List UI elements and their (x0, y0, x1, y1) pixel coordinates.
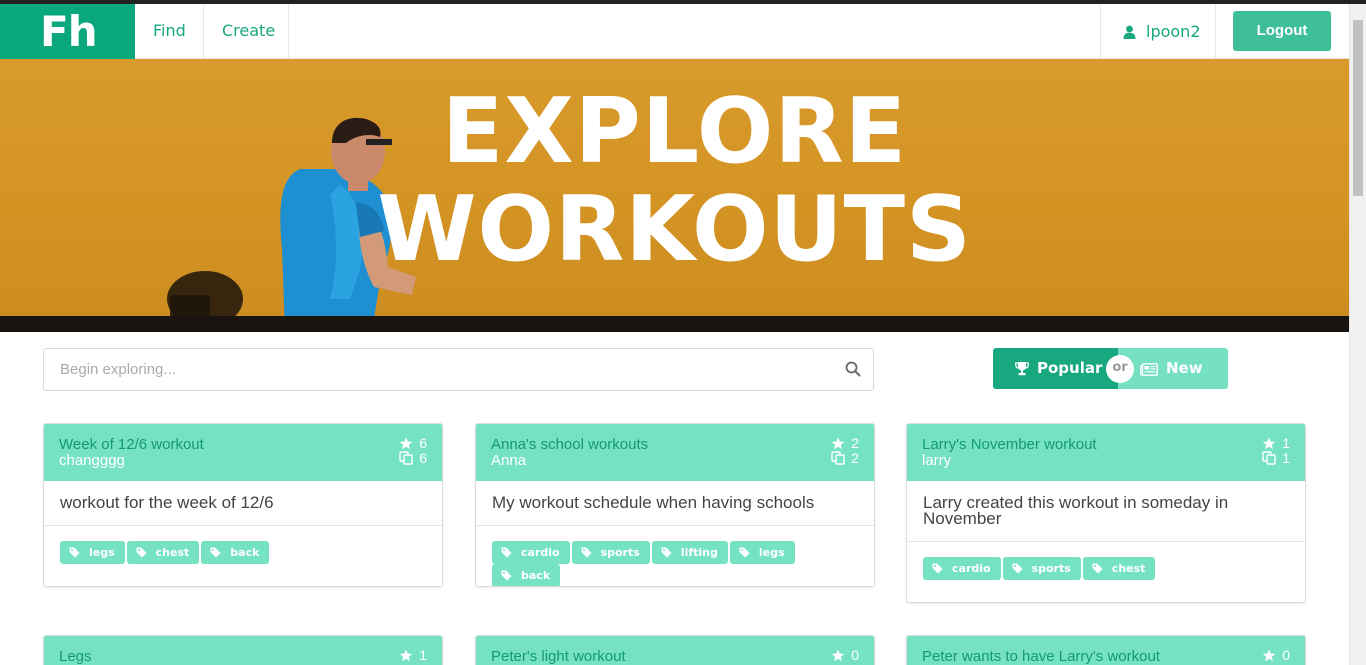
sort-new-button[interactable]: New (1118, 348, 1228, 389)
star-count[interactable]: 0 (831, 648, 859, 663)
card-description: Larry created this workout in someday in… (907, 481, 1305, 542)
tag-icon (1012, 563, 1023, 574)
search-input[interactable] (44, 349, 804, 390)
card-header: Larry's November workout larry 1 1 (907, 424, 1305, 481)
card-author[interactable]: larry (922, 453, 1290, 469)
workout-card[interactable]: Peter's light workout 0 (475, 635, 875, 665)
tag-chip[interactable]: chest (126, 541, 200, 564)
username-label: lpoon2 (1146, 22, 1201, 41)
tag-chip[interactable]: legs (729, 541, 795, 564)
star-icon (399, 649, 413, 662)
scrollbar-thumb[interactable] (1353, 20, 1363, 196)
copy-icon (399, 451, 413, 465)
workout-card[interactable]: Anna's school workouts Anna 2 2 My worko… (475, 423, 875, 587)
card-header: Peter wants to have Larry's workout 0 (907, 636, 1305, 665)
tag-chip[interactable]: sports (571, 541, 650, 564)
hero-floor-strip (0, 316, 1349, 332)
top-navbar: Fh Find Create lpoon2 Logout (0, 4, 1349, 59)
copy-icon (831, 451, 845, 465)
card-tags: cardio sports lifting legs back (476, 526, 874, 586)
tag-chip[interactable]: sports (1002, 557, 1081, 580)
sort-popular-button[interactable]: Popular (993, 348, 1118, 389)
card-title[interactable]: Larry's November workout (922, 437, 1290, 453)
trophy-icon (1015, 362, 1029, 376)
tag-icon (501, 570, 512, 581)
card-stats: 2 2 (831, 436, 859, 466)
card-title[interactable]: Week of 12/6 workout (59, 437, 427, 453)
newspaper-icon (1140, 363, 1158, 376)
tag-icon (1092, 563, 1103, 574)
card-tags: cardio sports chest (907, 542, 1305, 596)
card-stats: 0 (1262, 648, 1290, 663)
card-stats: 1 (399, 648, 427, 663)
workout-card[interactable]: Legs 1 (43, 635, 443, 665)
card-author[interactable]: Anna (491, 453, 859, 469)
card-header: Peter's light workout 0 (476, 636, 874, 665)
tag-icon (501, 547, 512, 558)
card-stats: 1 1 (1262, 436, 1290, 466)
nav-create-link[interactable]: Create (204, 4, 289, 59)
star-count[interactable]: 1 (399, 648, 427, 663)
card-header: Legs 1 (44, 636, 442, 665)
tag-icon (581, 547, 592, 558)
tag-icon (739, 547, 750, 558)
page-scrollbar[interactable] (1349, 4, 1366, 665)
tag-chip[interactable]: chest (1082, 557, 1156, 580)
brand-logo[interactable]: Fh (0, 4, 135, 59)
star-count[interactable]: 2 (831, 436, 859, 451)
workout-card[interactable]: Week of 12/6 workout changggg 6 6 workou… (43, 423, 443, 587)
hero-title-line1: EXPLORE (441, 79, 908, 184)
tag-chip[interactable]: legs (60, 541, 125, 564)
tag-chip[interactable]: cardio (923, 557, 1001, 580)
hero-banner: EXPLORE WORKOUTS (0, 59, 1349, 332)
user-profile-link[interactable]: lpoon2 (1100, 4, 1216, 59)
search-box (43, 348, 874, 391)
star-icon (831, 437, 845, 450)
copy-count[interactable]: 1 (1262, 451, 1290, 466)
card-stats: 6 6 (399, 436, 427, 466)
sort-toggle: Popular New or (993, 348, 1228, 389)
tag-icon (932, 563, 943, 574)
logout-button[interactable]: Logout (1233, 11, 1331, 51)
card-author[interactable]: changggg (59, 453, 427, 469)
card-title[interactable]: Peter wants to have Larry's workout (922, 649, 1290, 665)
nav-find-link[interactable]: Find (135, 4, 204, 59)
card-title[interactable]: Peter's light workout (491, 649, 859, 665)
tag-icon (210, 547, 221, 558)
tag-icon (136, 547, 147, 558)
sort-new-label: New (1166, 359, 1203, 377)
card-stats: 0 (831, 648, 859, 663)
workout-card[interactable]: Peter wants to have Larry's workout 0 (906, 635, 1306, 665)
hero-title-line2: WORKOUTS (377, 177, 972, 282)
user-icon (1123, 25, 1136, 39)
star-icon (1262, 437, 1276, 450)
tag-chip[interactable]: back (201, 541, 270, 564)
card-title[interactable]: Anna's school workouts (491, 437, 859, 453)
sort-or-badge: or (1106, 355, 1134, 383)
copy-count[interactable]: 2 (831, 451, 859, 466)
card-header: Anna's school workouts Anna 2 2 (476, 424, 874, 481)
star-count[interactable]: 0 (1262, 648, 1290, 663)
hero-title: EXPLORE WORKOUTS (0, 83, 1349, 279)
star-icon (831, 649, 845, 662)
copy-count[interactable]: 6 (399, 451, 427, 466)
copy-icon (1262, 451, 1276, 465)
card-description: workout for the week of 12/6 (44, 481, 442, 526)
star-count[interactable]: 6 (399, 436, 427, 451)
card-description: My workout schedule when having schools (476, 481, 874, 526)
card-tags: legs chest back (44, 526, 442, 580)
star-icon (1262, 649, 1276, 662)
tag-icon (69, 547, 80, 558)
tag-icon (661, 547, 672, 558)
tag-chip[interactable]: lifting (651, 541, 728, 564)
card-title[interactable]: Legs (59, 649, 427, 665)
star-icon (399, 437, 413, 450)
star-count[interactable]: 1 (1262, 436, 1290, 451)
tag-chip[interactable]: back (492, 564, 561, 586)
search-icon[interactable] (845, 361, 861, 377)
tag-chip[interactable]: cardio (492, 541, 570, 564)
workout-card[interactable]: Larry's November workout larry 1 1 Larry… (906, 423, 1306, 603)
card-header: Week of 12/6 workout changggg 6 6 (44, 424, 442, 481)
sort-popular-label: Popular (1037, 359, 1103, 377)
